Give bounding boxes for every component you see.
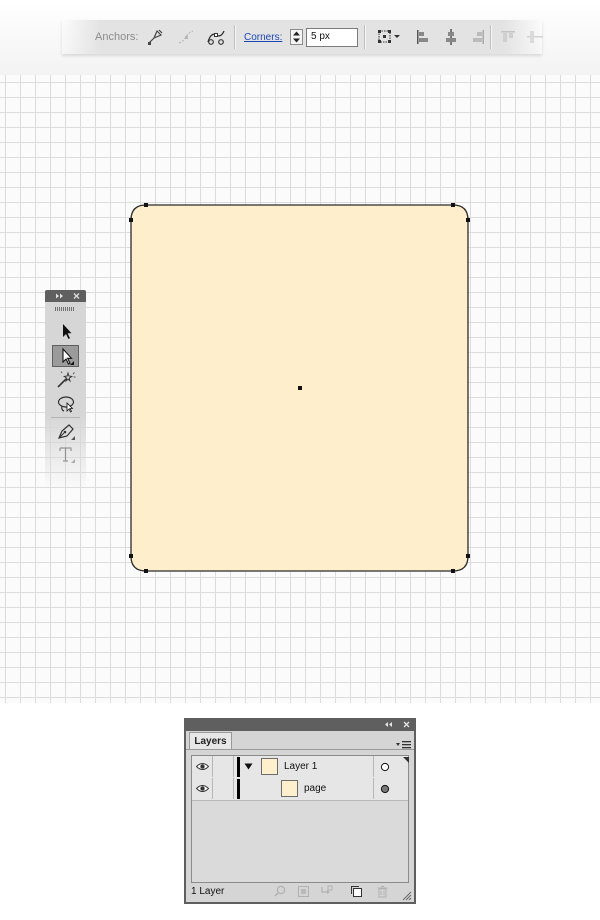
layer-color-bar: [237, 757, 240, 777]
divider: [186, 749, 414, 750]
layers-panel-header[interactable]: [184, 718, 416, 731]
collapse-icon: [385, 722, 392, 727]
pen-tool[interactable]: [52, 420, 79, 442]
tools-panel-header[interactable]: [45, 290, 86, 302]
visibility-toggle[interactable]: [192, 778, 212, 799]
divider: [51, 417, 80, 418]
target-circle-icon: [380, 762, 390, 771]
grip-handle[interactable]: [55, 307, 75, 311]
layer-row[interactable]: Layer 1: [192, 756, 409, 779]
layer-name[interactable]: Layer 1: [284, 756, 317, 777]
anchor-point: [129, 554, 133, 558]
layer-row[interactable]: page: [192, 778, 408, 801]
visibility-toggle[interactable]: [192, 756, 212, 777]
make-clipping-mask-icon[interactable]: [297, 885, 310, 898]
disclosure-triangle-icon: [244, 763, 252, 770]
anchor-point: [451, 569, 455, 573]
layers-list: Layer 1 page: [191, 755, 409, 883]
panel-menu-button[interactable]: [396, 737, 412, 749]
anchor-point: [466, 218, 470, 222]
create-new-layer-icon[interactable]: [350, 885, 363, 898]
lasso-icon: [57, 396, 74, 413]
tools-panel: [45, 290, 86, 490]
direct-selection-tool[interactable]: [52, 345, 79, 367]
selection-arrow-icon: [62, 324, 71, 339]
tab-layers[interactable]: Layers: [189, 732, 232, 750]
lock-toggle[interactable]: [213, 778, 233, 799]
layers-panel: Layers Layer 1 page 1 Layer: [184, 718, 416, 904]
close-icon: [73, 293, 80, 299]
magic-wand-icon: [56, 371, 75, 388]
layer-count: 1 Layer: [191, 886, 225, 897]
object-thumbnail: [281, 780, 298, 797]
target-filled-icon: [380, 784, 390, 793]
anchor-point: [144, 569, 148, 573]
selection-corner-icon: [403, 757, 409, 763]
resize-grip-icon[interactable]: [402, 891, 412, 901]
selection-tool[interactable]: [52, 320, 79, 342]
create-sublayer-icon[interactable]: [320, 885, 333, 898]
close-icon: [403, 721, 410, 728]
lock-toggle[interactable]: [213, 756, 233, 777]
layer-color-bar: [237, 779, 240, 799]
collapse-icon: [56, 293, 63, 299]
divider: [233, 778, 234, 799]
anchor-point: [466, 554, 470, 558]
pen-icon: [57, 424, 75, 440]
type-tool[interactable]: [52, 443, 79, 465]
locate-object-icon[interactable]: [274, 885, 287, 898]
anchor-point: [451, 203, 455, 207]
delete-icon[interactable]: [376, 885, 389, 898]
layers-panel-content: Layers Layer 1 page 1 Layer: [186, 731, 414, 902]
divider: [233, 756, 234, 777]
object-name[interactable]: page: [304, 778, 326, 799]
magic-wand-tool[interactable]: [52, 369, 79, 391]
eye-icon: [195, 785, 209, 792]
anchor-point: [129, 218, 133, 222]
layer-thumbnail: [261, 758, 278, 775]
target-indicator[interactable]: [374, 756, 396, 777]
direct-selection-arrow-icon: [61, 347, 74, 365]
target-indicator[interactable]: [374, 778, 396, 799]
artwork-layer: [129, 203, 470, 573]
eye-icon: [195, 763, 209, 770]
anchor-point: [144, 203, 148, 207]
panel-menu-icon: [396, 741, 411, 749]
lasso-tool[interactable]: [52, 393, 79, 415]
expand-toggle[interactable]: [242, 756, 254, 777]
type-icon: [58, 447, 75, 463]
center-point: [298, 386, 302, 390]
